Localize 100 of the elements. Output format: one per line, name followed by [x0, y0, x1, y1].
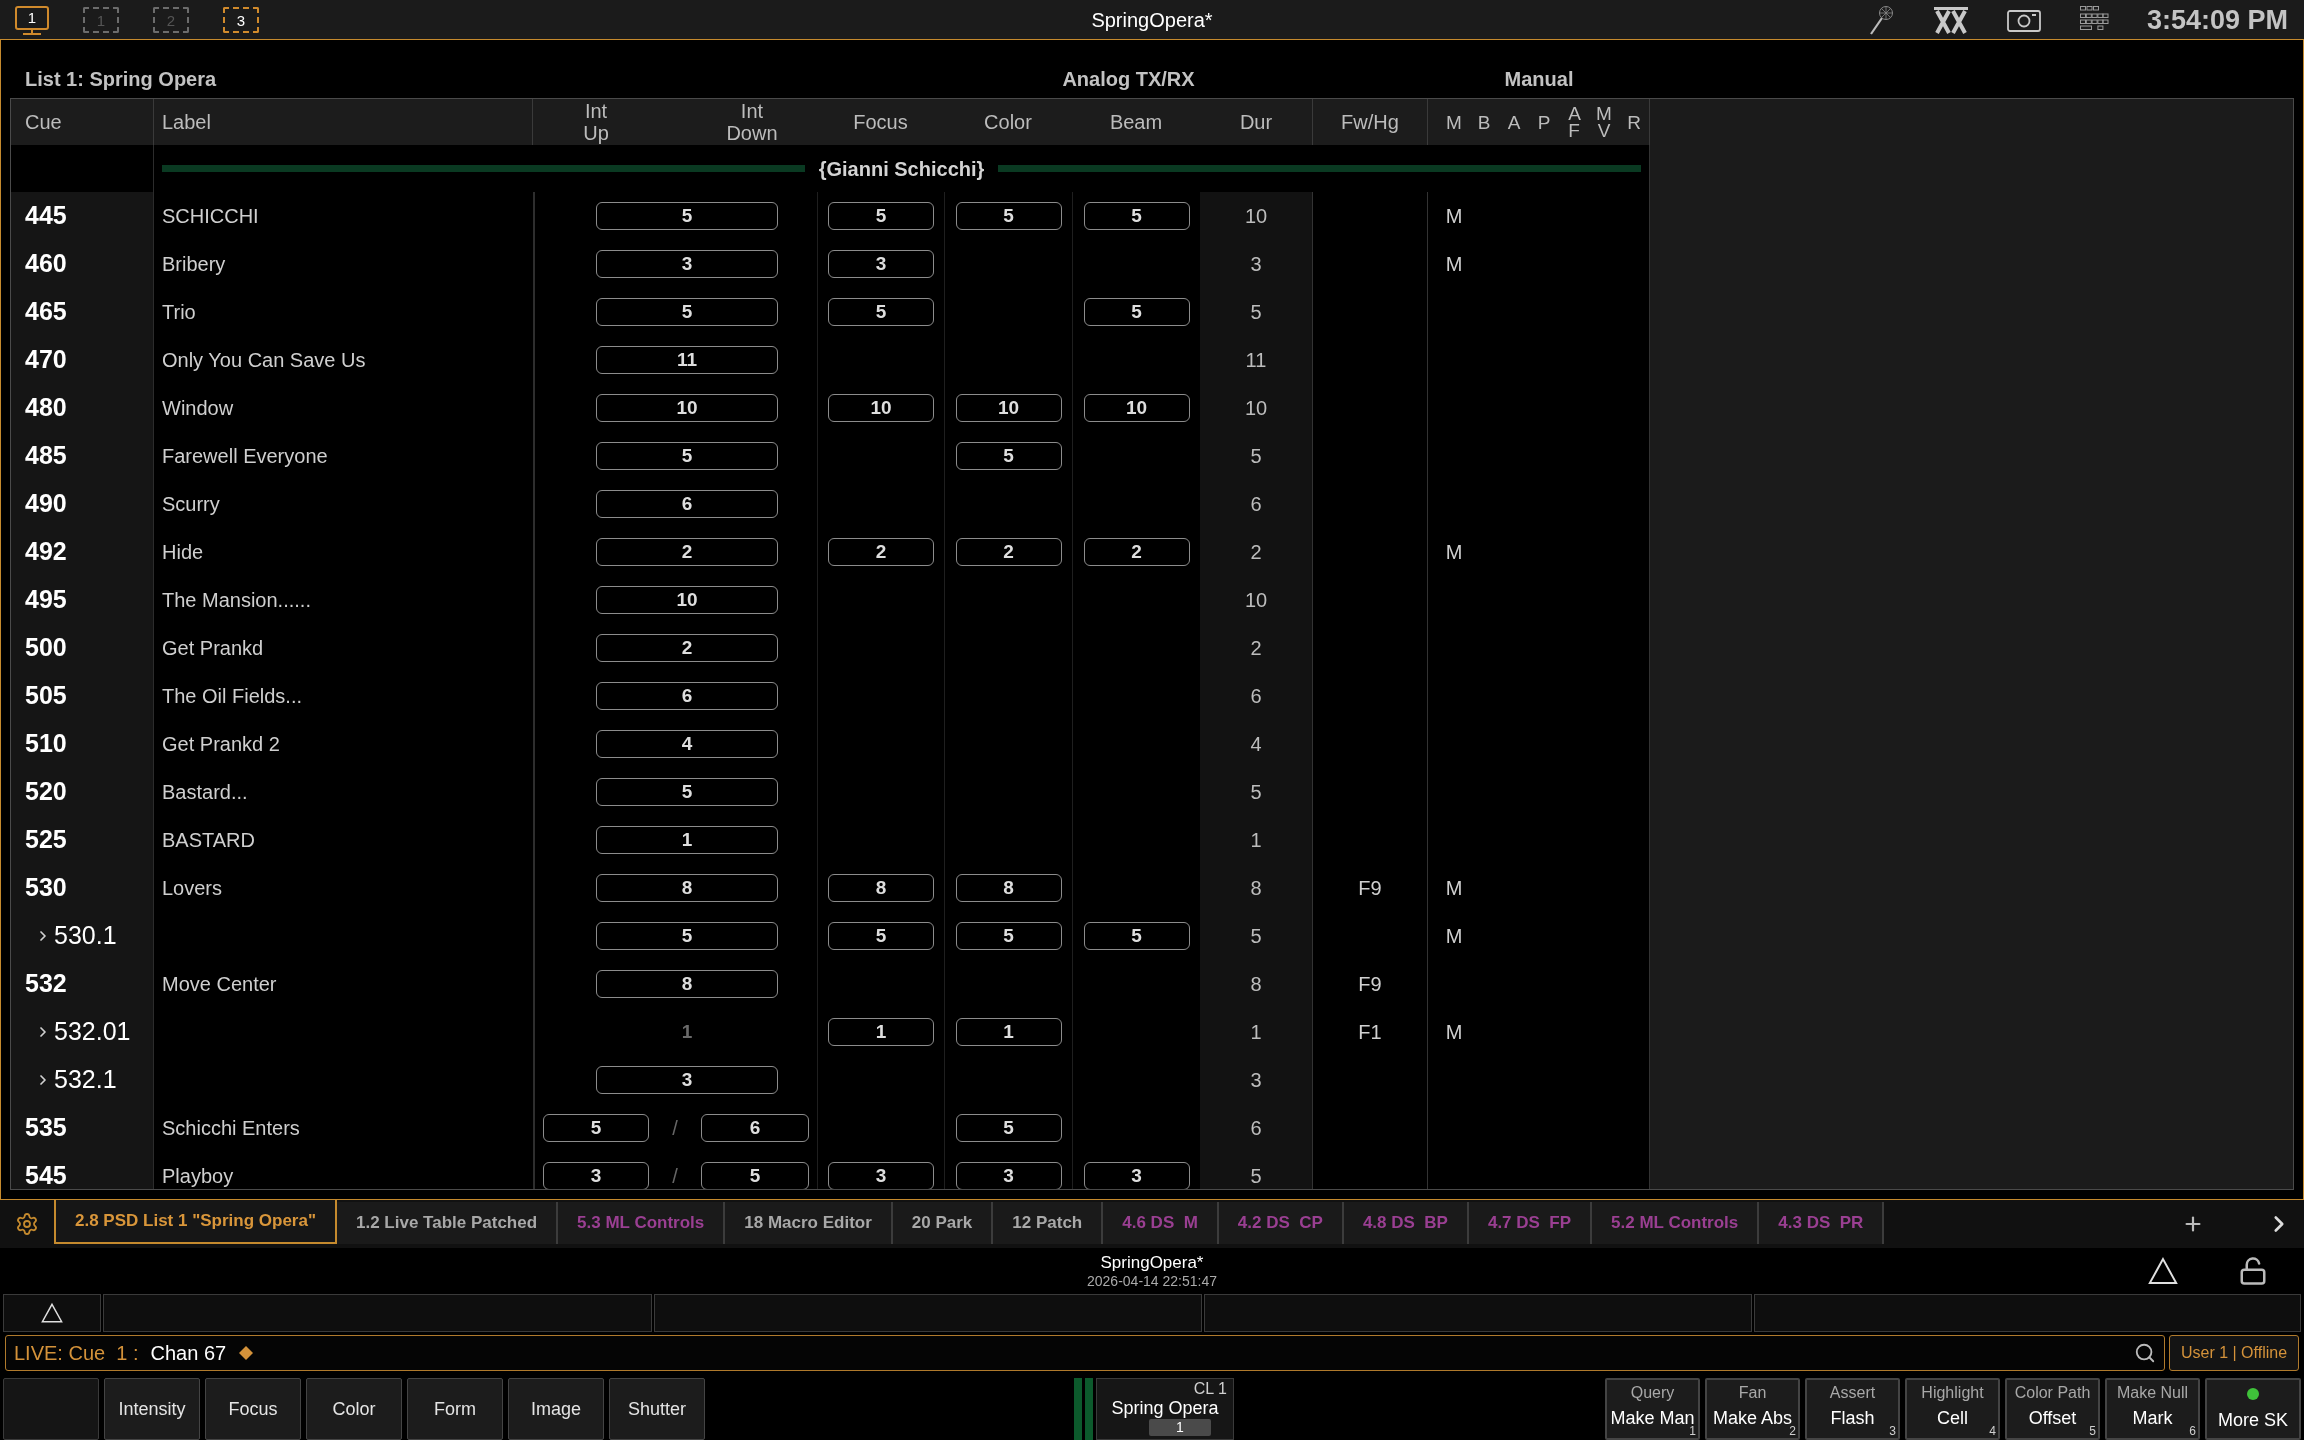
search-icon[interactable]	[2134, 1342, 2156, 1364]
duration: 3	[1250, 1068, 1262, 1093]
follow-hang: F1	[1358, 1020, 1382, 1045]
led-icon	[2247, 1388, 2259, 1400]
tab[interactable]: 18 Macro Editor	[725, 1202, 893, 1244]
softkey[interactable]: Color Path Offset 5	[2005, 1378, 2100, 1440]
color-time: 5	[955, 922, 1062, 950]
category-key[interactable]: Shutter	[609, 1378, 705, 1440]
duration: 5	[1250, 1164, 1262, 1189]
fader-name: Spring Opera	[1111, 1398, 1219, 1419]
diamond-icon	[238, 1345, 255, 1361]
intensity-time: 3	[596, 1066, 778, 1094]
intensity-down-time: 6	[701, 1114, 809, 1142]
cue-label: Bastard...	[162, 780, 248, 805]
group-header: Manual	[1503, 67, 1575, 92]
show-saved-time: 2026-04-14 22:51:47	[1087, 1273, 1217, 1289]
manual-label: M	[1445, 540, 1463, 565]
color-time: 5	[955, 442, 1062, 470]
intensity-time: 5	[596, 202, 778, 230]
section-header: {Gianni Schicchi}	[818, 156, 985, 182]
duration: 6	[1250, 1116, 1262, 1141]
cue-number: 545	[25, 1160, 67, 1189]
screen-button[interactable]: 3	[223, 7, 259, 34]
level-bars-icon	[1073, 1378, 1096, 1440]
color-time: 8	[955, 874, 1062, 902]
column-header: Int Down	[725, 100, 779, 144]
duration: 6	[1250, 492, 1262, 517]
show-name: SpringOpera*	[1100, 1253, 1204, 1273]
more-softkeys-button[interactable]: More SK	[2205, 1378, 2301, 1440]
intensity-time: 11	[596, 346, 778, 374]
tab[interactable]: 1.2 Live Table Patched	[336, 1202, 559, 1244]
cue-number: 520	[25, 776, 67, 808]
cue-number: 525	[25, 824, 67, 856]
command-text: Chan 67	[150, 1341, 227, 1366]
cue-number: 500	[25, 632, 67, 664]
duration: 5	[1250, 780, 1262, 805]
softkey[interactable]: Assert Flash 3	[1805, 1378, 1900, 1440]
cue-label: Hide	[162, 540, 204, 565]
cue-number: 490	[25, 488, 67, 520]
cue-number: 465	[25, 296, 67, 328]
tab[interactable]: 12 Patch	[993, 1202, 1104, 1244]
triangle-icon[interactable]	[41, 1302, 63, 1324]
cue-label: Farewell Everyone	[162, 444, 328, 469]
color-time: 5	[955, 1114, 1062, 1142]
category-key[interactable]: Image	[508, 1378, 604, 1440]
column-header: M V	[1596, 105, 1612, 139]
softkey[interactable]: Query Make Man 1	[1605, 1378, 1700, 1440]
color-time: 2	[955, 538, 1062, 566]
intensity-time: 2	[596, 634, 778, 662]
column-header: Int Up	[582, 100, 610, 144]
category-key[interactable]: Focus	[205, 1378, 301, 1440]
list-title: List 1: Spring Opera	[24, 67, 218, 92]
softkey[interactable]: Make Null Mark 6	[2105, 1378, 2200, 1440]
category-key[interactable]: Color	[306, 1378, 402, 1440]
softkey[interactable]: Fan Make Abs 2	[1705, 1378, 1800, 1440]
duration: 5	[1250, 924, 1262, 949]
triangle-icon[interactable]	[2148, 1256, 2178, 1286]
cue-label: BASTARD	[162, 828, 255, 853]
column-header: Dur	[1239, 110, 1273, 135]
user-status[interactable]: User 1 | Offline	[2169, 1335, 2299, 1371]
cue-number: 470	[25, 344, 67, 376]
cue-label: Schicchi Enters	[162, 1116, 300, 1141]
cue-label: Only You Can Save Us	[162, 348, 366, 373]
duration: 1	[1250, 1020, 1262, 1045]
intensity-up-time: 5	[543, 1114, 649, 1142]
tab[interactable]: 2.8 PSD List 1 "Spring Opera"	[54, 1200, 337, 1244]
column-header: Beam	[1109, 110, 1163, 135]
color-time: 10	[955, 394, 1062, 422]
focus-time: 10	[828, 394, 934, 422]
focus-time: 5	[828, 202, 934, 230]
intensity-time: 5	[596, 442, 778, 470]
manual-label: M	[1445, 924, 1463, 949]
settings-icon[interactable]	[15, 1212, 39, 1236]
tab[interactable]: 20 Park	[892, 1202, 994, 1244]
cue-number: 445	[25, 200, 67, 232]
duration: 6	[1250, 684, 1262, 709]
duration: 5	[1250, 300, 1262, 325]
duration: 4	[1250, 732, 1262, 757]
category-key[interactable]: Form	[407, 1378, 503, 1440]
group-header: Analog TX/RX	[1061, 67, 1196, 92]
duration: 5	[1250, 444, 1262, 469]
unlocked-lock-icon[interactable]	[2238, 1256, 2268, 1286]
part-cue-number: 532.1	[54, 1064, 117, 1096]
double-x-icon[interactable]	[1932, 6, 1969, 35]
category-key[interactable]: Intensity	[104, 1378, 200, 1440]
command-line-field[interactable]: LIVE: Cue 1 : Chan 67	[5, 1335, 2165, 1371]
cue-label: Get Prankd 2	[162, 732, 280, 757]
screen-button[interactable]: 1	[15, 5, 49, 30]
focus-time: 3	[828, 250, 934, 278]
cue-label: Move Center	[162, 972, 277, 997]
softkey[interactable]: Highlight Cell 4	[1905, 1378, 2000, 1440]
wand-icon[interactable]	[1868, 5, 1895, 36]
cue-list-fader[interactable]: CL 1 Spring Opera 1	[1096, 1378, 1234, 1440]
status-cell[interactable]	[3, 1294, 101, 1332]
camera-icon[interactable]	[2006, 8, 2041, 33]
beam-time: 5	[1083, 298, 1190, 326]
clock: 3:54:09 PM	[2146, 4, 2288, 37]
split-separator: /	[671, 1164, 679, 1189]
cue-label: The Oil Fields...	[162, 684, 303, 709]
column-header: Focus	[853, 110, 908, 135]
